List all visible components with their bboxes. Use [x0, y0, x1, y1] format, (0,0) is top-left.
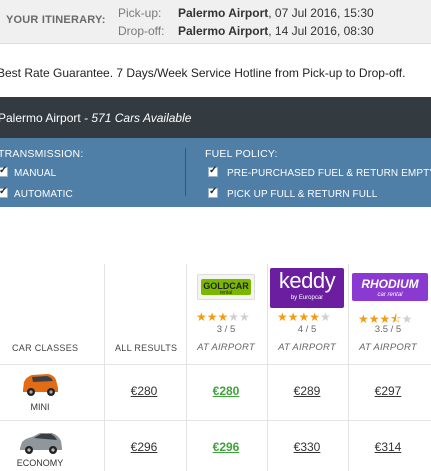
- dropoff-time: , 14 Jul 2016, 08:30: [268, 24, 374, 38]
- economy-car-image: [20, 433, 62, 454]
- mini-keddy-price[interactable]: €289: [267, 384, 347, 398]
- economy-goldcar-price[interactable]: €296: [186, 440, 266, 454]
- keddy-rating-stars: ★★★★★: [277, 310, 331, 324]
- full-to-full-checkbox[interactable]: [208, 186, 218, 198]
- pickup-value: Palermo Airport, 07 Jul 2016, 15:30: [178, 6, 374, 20]
- dropoff-place: Palermo Airport: [178, 24, 269, 38]
- dropoff-label: Drop-off:: [118, 24, 165, 38]
- rhodium-location: AT AIRPORT: [359, 342, 417, 353]
- guarantee-text: Best Rate Guarantee. 7 Days/Week Service…: [0, 66, 406, 80]
- mini-car-image: [23, 374, 58, 396]
- rhodium-logo-sub: car rental: [377, 292, 403, 298]
- fuel-title: FUEL POLICY:: [205, 148, 278, 160]
- itinerary-bar: YOUR ITINERARY: Pick-up: Palermo Airport…: [0, 0, 431, 44]
- goldcar-logo-sub: rental: [219, 290, 233, 296]
- manual-checkbox[interactable]: [0, 165, 8, 177]
- full-to-full-label[interactable]: PICK UP FULL & RETURN FULL: [227, 189, 377, 200]
- pickup-time: , 07 Jul 2016, 15:30: [268, 6, 374, 20]
- keddy-logo[interactable]: keddy by Europcar: [270, 268, 344, 308]
- location-name: Palermo Airport: [0, 111, 81, 125]
- filters-panel: TRANSMISSION: MANUAL AUTOMATIC FUEL POLI…: [0, 138, 431, 207]
- prepurchased-fuel-label[interactable]: PRE-PURCHASED FUEL & RETURN EMPTY: [227, 168, 431, 179]
- manual-label[interactable]: MANUAL: [14, 168, 56, 179]
- row-divider: [0, 420, 431, 421]
- mini-goldcar-price[interactable]: €280: [186, 384, 266, 398]
- class-mini: MINI: [30, 402, 50, 412]
- keddy-rating: 4 / 5: [297, 324, 317, 335]
- goldcar-logo[interactable]: GOLDCAR rental: [197, 274, 255, 300]
- keddy-logo-text: keddy: [278, 268, 336, 293]
- goldcar-rating-stars: ★★★★★: [196, 310, 250, 324]
- automatic-checkbox[interactable]: [0, 186, 8, 198]
- rhodium-rating: 3.5 / 5: [374, 324, 402, 335]
- itinerary-label: YOUR ITINERARY:: [6, 14, 106, 26]
- economy-all-price[interactable]: €296: [104, 440, 184, 454]
- prepurchased-fuel-checkbox[interactable]: [208, 165, 218, 177]
- location-title: Palermo Airport - 571 Cars Available: [0, 111, 191, 125]
- goldcar-rating: 3 / 5: [216, 324, 236, 335]
- pickup-label: Pick-up:: [118, 6, 162, 20]
- rhodium-logo-text: RHODIUM: [361, 277, 419, 291]
- economy-keddy-price[interactable]: €330: [267, 440, 347, 454]
- row-divider: [0, 364, 431, 365]
- keddy-logo-sub: by Europcar: [290, 295, 324, 301]
- class-economy: ECONOMY: [16, 458, 64, 468]
- col-all-results[interactable]: ALL RESULTS: [115, 343, 177, 353]
- keddy-location: AT AIRPORT: [278, 342, 336, 353]
- location-bar: Palermo Airport - 571 Cars Available: [0, 97, 431, 138]
- mini-all-price[interactable]: €280: [104, 384, 184, 398]
- goldcar-location: AT AIRPORT: [197, 342, 255, 353]
- col-car-classes: CAR CLASSES: [12, 343, 79, 353]
- cars-available: - 571 Cars Available: [80, 111, 192, 125]
- dropoff-value: Palermo Airport, 14 Jul 2016, 08:30: [178, 24, 374, 38]
- economy-rhodium-price[interactable]: €314: [348, 440, 428, 454]
- automatic-label[interactable]: AUTOMATIC: [14, 189, 73, 200]
- rhodium-logo[interactable]: RHODIUM car rental: [352, 273, 428, 301]
- transmission-title: TRANSMISSION:: [0, 148, 84, 160]
- pickup-place: Palermo Airport: [178, 6, 269, 20]
- mini-rhodium-price[interactable]: €297: [348, 384, 428, 398]
- filter-divider: [185, 148, 186, 196]
